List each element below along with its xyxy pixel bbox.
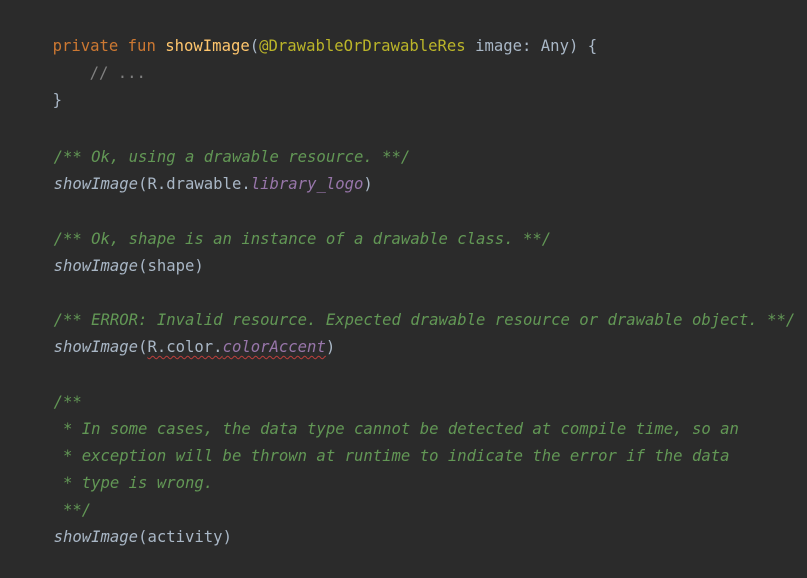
code-line-2[interactable]: // ...	[52, 33, 146, 82]
line-comment: // ...	[89, 64, 146, 82]
close-paren: )	[194, 257, 204, 275]
parameter-name: image	[475, 37, 523, 55]
error-receiver[interactable]: R.color.	[147, 338, 222, 356]
open-paren: (	[249, 37, 260, 55]
code-line-16[interactable]: * exception will be thrown at runtime to…	[16, 416, 730, 465]
function-call: showImage	[53, 257, 139, 275]
code-line-6[interactable]: showImage(R.drawable.library_logo)	[16, 144, 373, 193]
code-line-15[interactable]: * In some cases, the data type cannot be…	[16, 389, 739, 438]
code-line-9[interactable]: showImage(shape)	[16, 226, 204, 275]
close-brace: }	[52, 91, 62, 109]
code-editor[interactable]: private fun showImage(@DrawableOrDrawabl…	[0, 0, 807, 546]
function-call: showImage	[53, 528, 139, 546]
close-paren: )	[568, 37, 579, 55]
function-call: showImage	[53, 338, 139, 356]
function-name: showImage	[165, 37, 250, 55]
code-line-5[interactable]: /** Ok, using a drawable resource. **/	[16, 117, 411, 166]
receiver: R.drawable.	[147, 175, 251, 193]
annotation: @DrawableOrDrawableRes	[259, 37, 466, 55]
close-paren: )	[363, 175, 373, 193]
code-line-1[interactable]: private fun showImage(@DrawableOrDrawabl…	[15, 6, 598, 55]
argument: activity	[147, 528, 223, 546]
open-brace: {	[587, 37, 598, 55]
close-paren: )	[222, 528, 232, 546]
code-line-11[interactable]: /** ERROR: Invalid resource. Expected dr…	[16, 280, 796, 329]
code-line-17[interactable]: * type is wrong.	[16, 443, 213, 492]
code-line-8[interactable]: /** Ok, shape is an instance of a drawab…	[16, 199, 552, 248]
code-line-14[interactable]: /**	[16, 362, 82, 411]
function-call: showImage	[53, 175, 139, 193]
code-line-12[interactable]: showImage(R.color.colorAccent)	[16, 307, 336, 356]
parameter-type: Any	[540, 37, 569, 55]
colon: :	[522, 37, 532, 55]
resource-field: library_logo	[250, 175, 364, 193]
close-paren: )	[325, 338, 336, 356]
code-line-19[interactable]: showImage(activity)	[16, 497, 232, 546]
argument: shape	[147, 257, 195, 275]
error-resource-field[interactable]: colorAccent	[223, 338, 326, 356]
code-line-18[interactable]: **/	[16, 470, 91, 519]
code-line-3[interactable]: }	[15, 60, 62, 109]
